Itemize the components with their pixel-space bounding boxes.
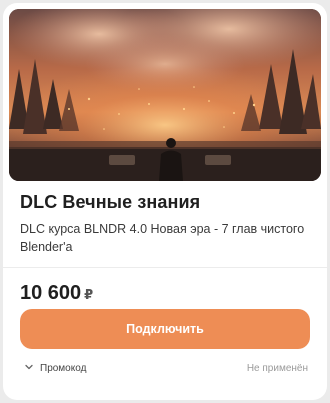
hero-image: [9, 9, 321, 181]
product-card: DLC Вечные знания DLC курса BLNDR 4.0 Но…: [3, 3, 327, 400]
divider: [3, 267, 327, 268]
promo-toggle[interactable]: Промокод: [24, 362, 86, 375]
promo-label: Промокод: [40, 363, 87, 374]
price: 10 600 ₽: [20, 282, 93, 305]
chevron-down-icon: [24, 362, 34, 375]
connect-button[interactable]: Подключить: [20, 309, 310, 349]
promo-status: Не применён: [246, 363, 308, 374]
product-title: DLC Вечные знания: [20, 192, 201, 212]
hero-illustration: [9, 9, 321, 181]
currency-symbol: ₽: [84, 287, 94, 302]
price-amount: 10 600: [20, 282, 82, 304]
product-description: DLC курса BLNDR 4.0 Новая эра - 7 глав ч…: [20, 222, 305, 254]
